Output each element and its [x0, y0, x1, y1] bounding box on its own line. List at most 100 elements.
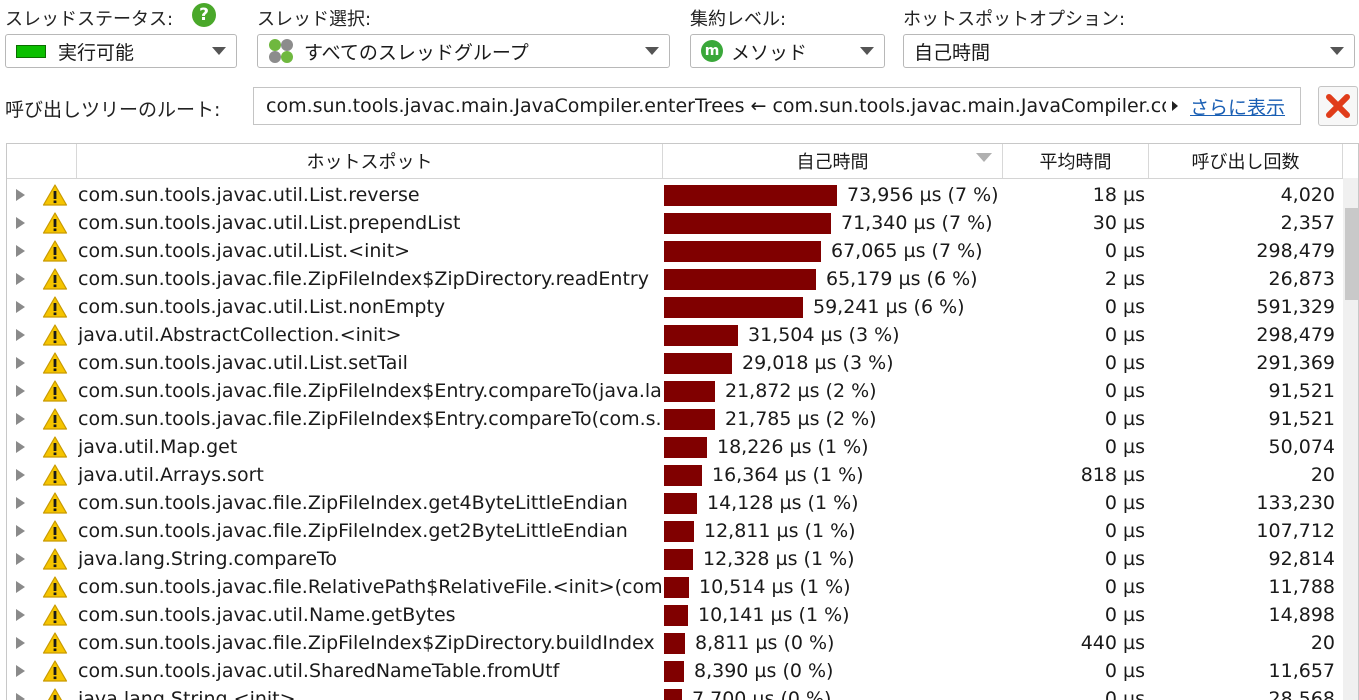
table-row[interactable]: com.sun.tools.javac.util.List.reverse 73,… — [7, 181, 1343, 209]
table-row[interactable]: com.sun.tools.javac.util.SharedNameTable… — [7, 657, 1343, 685]
aggregation-dropdown[interactable]: m メソッド — [690, 34, 885, 68]
expander-button[interactable] — [16, 433, 34, 461]
chevron-right-icon — [16, 609, 25, 621]
expander-button[interactable] — [16, 377, 34, 405]
column-header-avg-time[interactable]: 平均時間 — [1003, 144, 1149, 178]
self-time-value: 73,956 µs (7 %) — [847, 184, 999, 206]
self-time-value: 59,241 µs (6 %) — [813, 296, 965, 318]
avg-time-value: 0 µs — [1104, 352, 1145, 374]
call-count-value: 11,788 — [1268, 576, 1335, 598]
call-tree-root-field[interactable]: com.sun.tools.javac.main.JavaCompiler.en… — [253, 87, 1301, 125]
table-row[interactable]: com.sun.tools.javac.util.List.setTail 29,… — [7, 349, 1343, 377]
chevron-down-icon — [1330, 47, 1344, 55]
self-time-cell: 16,364 µs (1 %) — [664, 461, 1002, 489]
self-time-value: 21,785 µs (2 %) — [725, 408, 877, 430]
table-row[interactable]: com.sun.tools.javac.util.Name.getBytes 10… — [7, 601, 1343, 629]
warning-icon — [42, 685, 72, 700]
column-header-self-time[interactable]: 自己時間 — [663, 144, 1003, 178]
chevron-right-icon — [16, 273, 25, 285]
hotspot-options-dropdown[interactable]: 自己時間 — [903, 34, 1355, 68]
table-row[interactable]: com.sun.tools.javac.file.ZipFileIndex$Zi… — [7, 629, 1343, 657]
column-header-calls[interactable]: 呼び出し回数 — [1149, 144, 1343, 178]
table-row[interactable]: com.sun.tools.javac.file.ZipFileIndex$En… — [7, 377, 1343, 405]
show-more-link[interactable]: さらに表示 — [1190, 93, 1285, 120]
table-row[interactable]: com.sun.tools.javac.util.List.<init> 67,0… — [7, 237, 1343, 265]
call-tree-root-label: 呼び出しツリーのルート: — [5, 99, 221, 121]
call-count-value: 50,074 — [1268, 436, 1335, 458]
call-count-value: 291,369 — [1256, 352, 1335, 374]
avg-time-value: 0 µs — [1104, 688, 1145, 700]
call-count-value: 133,230 — [1256, 492, 1335, 514]
expander-button[interactable] — [16, 657, 34, 685]
thread-select-dropdown[interactable]: すべてのスレッドグループ — [257, 34, 670, 68]
self-time-value: 67,065 µs (7 %) — [831, 240, 983, 262]
thread-select-value: すべてのスレッドグループ — [304, 41, 529, 64]
chevron-right-icon — [16, 665, 25, 677]
expander-button[interactable] — [16, 629, 34, 657]
scrollbar-thumb[interactable] — [1345, 208, 1358, 300]
table-row[interactable]: com.sun.tools.javac.file.ZipFileIndex$En… — [7, 405, 1343, 433]
self-time-cell: 71,340 µs (7 %) — [664, 209, 1002, 237]
warning-icon — [42, 349, 72, 377]
expander-button[interactable] — [16, 349, 34, 377]
table-row[interactable]: com.sun.tools.javac.util.List.nonEmpty 59… — [7, 293, 1343, 321]
avg-time-value: 0 µs — [1104, 324, 1145, 346]
expander-button[interactable] — [16, 321, 34, 349]
method-name: com.sun.tools.javac.file.ZipFileIndex$En… — [78, 380, 661, 402]
expander-button[interactable] — [16, 405, 34, 433]
expander-button[interactable] — [16, 461, 34, 489]
call-count-value: 92,814 — [1268, 548, 1335, 570]
self-time-cell: 18,226 µs (1 %) — [664, 433, 1002, 461]
expander-button[interactable] — [16, 573, 34, 601]
table-row[interactable]: java.util.Map.get 18,226 µs (1 %) 0 µs 50,0… — [7, 433, 1343, 461]
self-time-value: 8,811 µs (0 %) — [695, 632, 835, 654]
table-row[interactable]: java.util.Arrays.sort 16,364 µs (1 %) 818 … — [7, 461, 1343, 489]
method-name: com.sun.tools.javac.util.SharedNameTable… — [78, 660, 560, 682]
expander-button[interactable] — [16, 545, 34, 573]
self-time-cell: 8,390 µs (0 %) — [664, 657, 1002, 685]
expander-button[interactable] — [16, 685, 34, 700]
self-time-bar — [664, 576, 689, 598]
table-row[interactable]: com.sun.tools.javac.file.ZipFileIndex$Zi… — [7, 265, 1343, 293]
expander-button[interactable] — [16, 293, 34, 321]
self-time-bar — [664, 604, 688, 626]
table-row[interactable]: java.util.AbstractCollection.<init> 31,50… — [7, 321, 1343, 349]
table-row[interactable]: java.lang.String.compareTo 12,328 µs (1 %… — [7, 545, 1343, 573]
table-row[interactable]: com.sun.tools.javac.file.ZipFileIndex.ge… — [7, 489, 1343, 517]
thread-status-dropdown[interactable]: 実行可能 — [5, 34, 237, 68]
expander-button[interactable] — [16, 517, 34, 545]
method-name: com.sun.tools.javac.util.List.setTail — [78, 352, 408, 374]
call-count-value: 107,712 — [1256, 520, 1335, 542]
table-row[interactable]: com.sun.tools.javac.util.List.prependLis… — [7, 209, 1343, 237]
self-time-bar — [664, 380, 715, 402]
vertical-scrollbar[interactable] — [1343, 178, 1358, 700]
expander-button[interactable] — [16, 489, 34, 517]
call-count-value: 4,020 — [1280, 184, 1335, 206]
column-header-hotspot[interactable]: ホットスポット — [77, 144, 663, 178]
expander-button[interactable] — [16, 237, 34, 265]
warning-icon — [42, 209, 72, 237]
avg-time-value: 0 µs — [1104, 436, 1145, 458]
self-time-cell: 59,241 µs (6 %) — [664, 293, 1002, 321]
expander-button[interactable] — [16, 209, 34, 237]
chevron-right-icon — [16, 469, 25, 481]
chevron-right-icon — [16, 217, 25, 229]
help-icon[interactable]: ? — [192, 3, 216, 27]
warning-icon — [42, 629, 72, 657]
table-row[interactable]: com.sun.tools.javac.file.RelativePath$Re… — [7, 573, 1343, 601]
remove-root-button[interactable] — [1318, 86, 1358, 126]
table-row[interactable]: java.lang.String.<init> 7,700 µs (0 %) 0 µ… — [7, 685, 1343, 700]
chevron-right-icon — [16, 245, 25, 257]
avg-time-value: 0 µs — [1104, 492, 1145, 514]
thread-group-icon — [268, 38, 294, 64]
self-time-bar — [664, 688, 682, 700]
call-count-value: 26,873 — [1268, 268, 1335, 290]
expander-button[interactable] — [16, 601, 34, 629]
chevron-right-icon — [1172, 101, 1178, 111]
chevron-down-icon — [212, 47, 226, 55]
expander-button[interactable] — [16, 181, 34, 209]
method-icon: m — [701, 40, 723, 62]
expander-button[interactable] — [16, 265, 34, 293]
table-row[interactable]: com.sun.tools.javac.file.ZipFileIndex.ge… — [7, 517, 1343, 545]
help-glyph: ? — [199, 5, 209, 25]
